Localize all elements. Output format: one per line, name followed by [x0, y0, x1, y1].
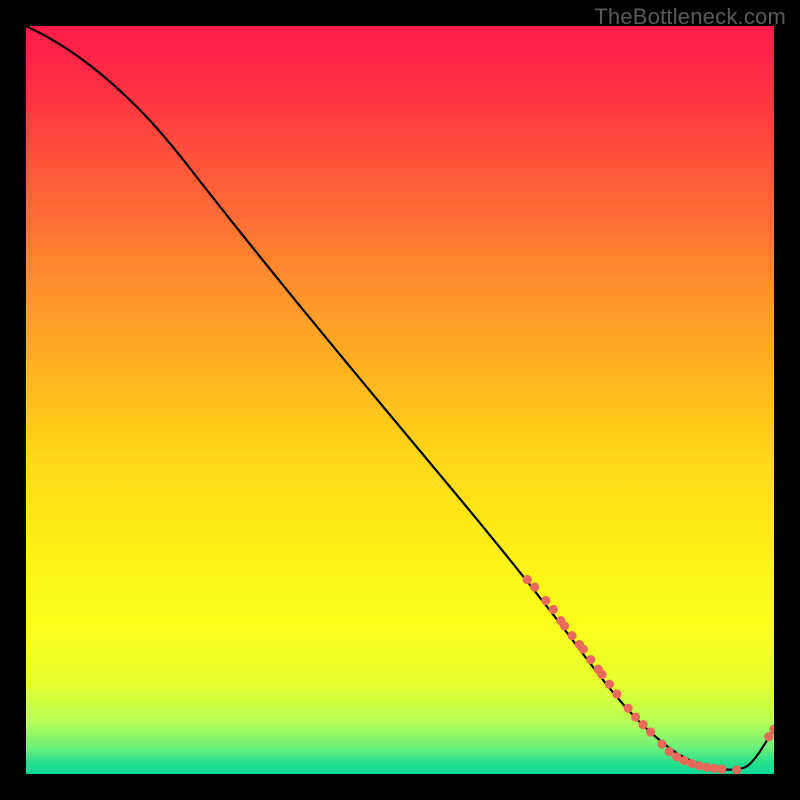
- data-point: [612, 689, 621, 698]
- data-point: [560, 621, 569, 630]
- chart-stage: TheBottleneck.com: [0, 0, 800, 800]
- data-point: [717, 765, 726, 774]
- data-point: [639, 720, 648, 729]
- data-point: [631, 713, 640, 722]
- data-point: [657, 739, 666, 748]
- data-point: [541, 596, 550, 605]
- data-point: [646, 728, 655, 737]
- highlighted-points: [523, 575, 774, 774]
- data-point: [586, 655, 595, 664]
- chart-overlay: [26, 26, 774, 774]
- data-point: [624, 704, 633, 713]
- data-point: [523, 575, 532, 584]
- bottleneck-curve: [26, 26, 774, 770]
- data-point: [605, 680, 614, 689]
- data-point: [665, 747, 674, 756]
- plot-area: [26, 26, 774, 774]
- data-point: [579, 644, 588, 653]
- data-point: [530, 582, 539, 591]
- data-point: [597, 670, 606, 679]
- data-point: [732, 765, 741, 774]
- data-point: [764, 732, 773, 741]
- data-point: [567, 631, 576, 640]
- data-point: [549, 605, 558, 614]
